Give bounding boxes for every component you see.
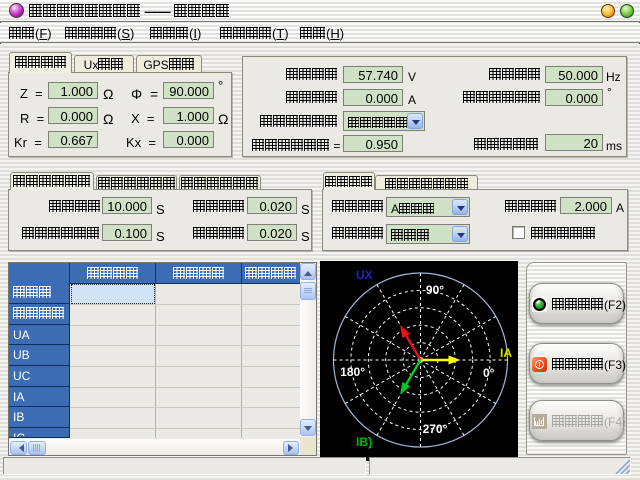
- svg-text:0°: 0°: [483, 366, 495, 380]
- svg-text:IB}: IB}: [356, 435, 373, 449]
- svg-text:IA: IA: [500, 346, 512, 360]
- svg-text:180°: 180°: [340, 365, 365, 379]
- svg-text:90°: 90°: [426, 283, 444, 297]
- svg-text:UX: UX: [356, 268, 373, 282]
- svg-text:270°: 270°: [423, 422, 448, 436]
